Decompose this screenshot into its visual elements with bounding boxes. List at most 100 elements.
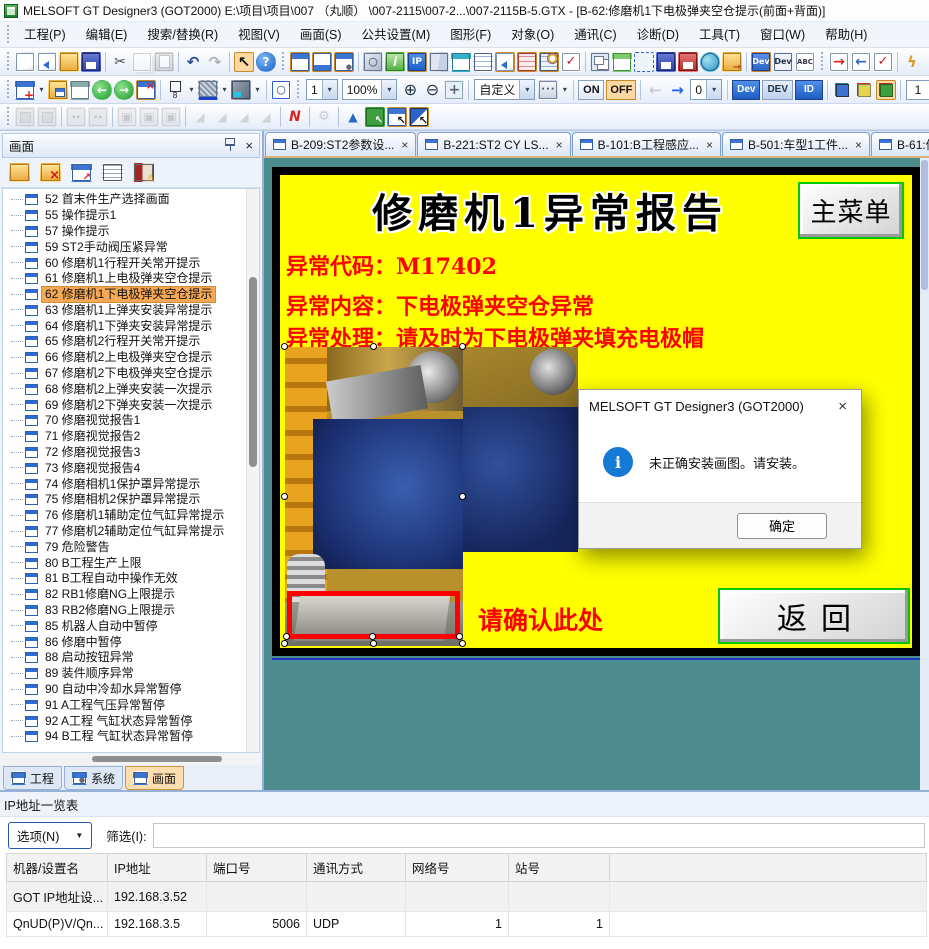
state-combo[interactable]: 自定义▾: [474, 79, 535, 100]
tree-item-63[interactable]: 63 修磨机1上弹夹安装异常提示: [11, 303, 243, 319]
tree-item-67[interactable]: 67 修磨机2下电极弹夹空仓提示: [11, 366, 243, 382]
filter-input[interactable]: [153, 823, 925, 848]
chevron-down-icon[interactable]: ▾: [381, 80, 396, 99]
doc-tab-1[interactable]: B-209:ST2参数设...×: [265, 132, 416, 156]
pattern-dropdown[interactable]: ▾: [219, 80, 230, 100]
state-tool-icon[interactable]: [538, 80, 558, 100]
layer-number-box[interactable]: 1: [906, 80, 929, 100]
write-option-icon[interactable]: [656, 52, 676, 72]
tree-item-57[interactable]: 57 操作提示: [11, 224, 243, 240]
tree-item-60[interactable]: 60 修磨机1行程开关常开提示: [11, 255, 243, 271]
communication-setting-icon[interactable]: [700, 52, 720, 72]
panel-tab-工程[interactable]: 工程: [3, 766, 62, 790]
state-number-combo[interactable]: 0▾: [690, 79, 722, 100]
zoom-in-icon[interactable]: [400, 80, 420, 100]
tree-item-88[interactable]: 88 启动按钮异常: [11, 650, 243, 666]
tree-item-91[interactable]: 91 A工程气压异常暂停: [11, 697, 243, 713]
new-screen-dropdown[interactable]: ▾: [36, 80, 47, 100]
diagnostics-icon[interactable]: [902, 52, 922, 72]
screen-settings-icon[interactable]: [334, 52, 354, 72]
options-button[interactable]: 选项(N) ▼: [8, 822, 92, 849]
tree-item-69[interactable]: 69 修磨机2下弹夹安装一次提示: [11, 397, 243, 413]
scrollbar-thumb[interactable]: [921, 160, 928, 290]
selection-handle[interactable]: [459, 493, 466, 500]
chevron-down-icon[interactable]: ▾: [706, 80, 721, 99]
scrollbar-thumb[interactable]: [249, 277, 257, 467]
next-screen-icon[interactable]: [114, 80, 134, 100]
screen-alarm-icon[interactable]: [133, 163, 154, 182]
frame-shape-icon[interactable]: [165, 80, 185, 100]
tree-item-81[interactable]: 81 B工程自动中操作无效: [11, 571, 243, 587]
open-project-icon[interactable]: [59, 52, 79, 72]
menu-item-13[interactable]: 帮助(H): [815, 22, 877, 48]
data-browser-icon[interactable]: [363, 52, 383, 72]
undo-icon[interactable]: [183, 52, 203, 72]
device-data-list-icon[interactable]: [517, 52, 537, 72]
zoom-area-icon[interactable]: [271, 80, 291, 100]
tree-item-61[interactable]: 61 修磨机1上电极弹夹空仓提示: [11, 271, 243, 287]
fill-color-dropdown[interactable]: ▾: [252, 80, 263, 100]
tree-item-72[interactable]: 72 修磨视觉报告3: [11, 445, 243, 461]
tree-item-55[interactable]: 55 操作提示1: [11, 208, 243, 224]
read-option-icon[interactable]: [678, 52, 698, 72]
zoom-out-icon[interactable]: [422, 80, 442, 100]
fill-color-icon[interactable]: [231, 80, 251, 100]
tree-item-79[interactable]: 79 危险警告: [11, 539, 243, 555]
tree-item-86[interactable]: 86 修磨中暂停: [11, 634, 243, 650]
ip-address-list-icon[interactable]: [407, 52, 427, 72]
selection-handle[interactable]: [370, 640, 377, 647]
tree-item-83[interactable]: 83 RB2修磨NG上限提示: [11, 603, 243, 619]
tree-item-74[interactable]: 74 修磨相机1保护罩异常提示: [11, 476, 243, 492]
panel-tab-画面[interactable]: 画面: [125, 766, 184, 790]
delete-screen-icon[interactable]: [40, 163, 61, 182]
edit-target-combo[interactable]: 1▾: [306, 79, 338, 100]
doc-tab-5[interactable]: B-61:修×: [871, 132, 929, 156]
verify-icon[interactable]: [873, 52, 893, 72]
table-row[interactable]: GOT IP地址设...192.168.3.52: [7, 882, 927, 912]
off-button[interactable]: OFF: [606, 80, 636, 100]
system-info-icon[interactable]: [385, 52, 405, 72]
tree-item-82[interactable]: 82 RB1修磨NG上限提示: [11, 587, 243, 603]
selection-handle[interactable]: [456, 633, 463, 640]
tree-item-68[interactable]: 68 修磨机2上弹夹安装一次提示: [11, 381, 243, 397]
tree-item-76[interactable]: 76 修磨机1辅助定位气缸异常提示: [11, 508, 243, 524]
figure-select-icon[interactable]: [387, 107, 407, 127]
pan-icon[interactable]: [444, 80, 464, 100]
select-arrow-icon[interactable]: [343, 107, 363, 127]
tree-horizontal-scrollbar[interactable]: [2, 753, 260, 765]
tree-vertical-scrollbar[interactable]: [246, 189, 259, 752]
front-layer-icon[interactable]: [832, 80, 852, 100]
column-header[interactable]: 网络号: [406, 854, 509, 882]
pattern-icon[interactable]: [198, 80, 218, 100]
back-button[interactable]: 返回: [718, 588, 910, 644]
save-project-icon[interactable]: [81, 52, 101, 72]
screen-property-icon[interactable]: [70, 80, 90, 100]
tree-item-71[interactable]: 71 修磨视觉报告2: [11, 429, 243, 445]
device-display-button[interactable]: Dev: [732, 80, 760, 100]
table-row[interactable]: QnUD(P)V/Qn...192.168.3.55006UDP11: [7, 912, 927, 937]
tree-item-73[interactable]: 73 修磨视觉报告4: [11, 460, 243, 476]
tree-item-80[interactable]: 80 B工程生产上限: [11, 555, 243, 571]
text-list-icon[interactable]: [795, 52, 815, 72]
both-layer-icon[interactable]: [876, 80, 896, 100]
tree-item-70[interactable]: 70 修磨视觉报告1: [11, 413, 243, 429]
device-search-icon[interactable]: [751, 52, 771, 72]
label-display-button[interactable]: DEV: [762, 80, 793, 100]
menu-item-2[interactable]: 编辑(E): [76, 22, 138, 48]
tree-item-65[interactable]: 65 修磨机2行程开关常开提示: [11, 334, 243, 350]
new-screen-icon[interactable]: [15, 80, 35, 100]
panel-tab-系统[interactable]: 系统: [64, 766, 123, 790]
menu-item-6[interactable]: 公共设置(M): [352, 22, 441, 48]
column-header[interactable]: 机器/设置名: [7, 854, 108, 882]
zoom-level-combo[interactable]: 100%▾: [342, 79, 398, 100]
menu-item-11[interactable]: 工具(T): [689, 22, 750, 48]
selection-handle[interactable]: [369, 633, 376, 640]
screen-preview-icon[interactable]: [136, 80, 156, 100]
open-screen-icon[interactable]: [48, 80, 68, 100]
close-tab-icon[interactable]: ×: [706, 138, 713, 152]
fit-window-icon[interactable]: [634, 52, 654, 72]
tree-item-62[interactable]: 62 修磨机1下电极弹夹空仓提示: [11, 287, 243, 303]
selection-handle[interactable]: [370, 343, 377, 350]
column-header[interactable]: IP地址: [108, 854, 207, 882]
data-view-select-icon[interactable]: [409, 107, 429, 127]
